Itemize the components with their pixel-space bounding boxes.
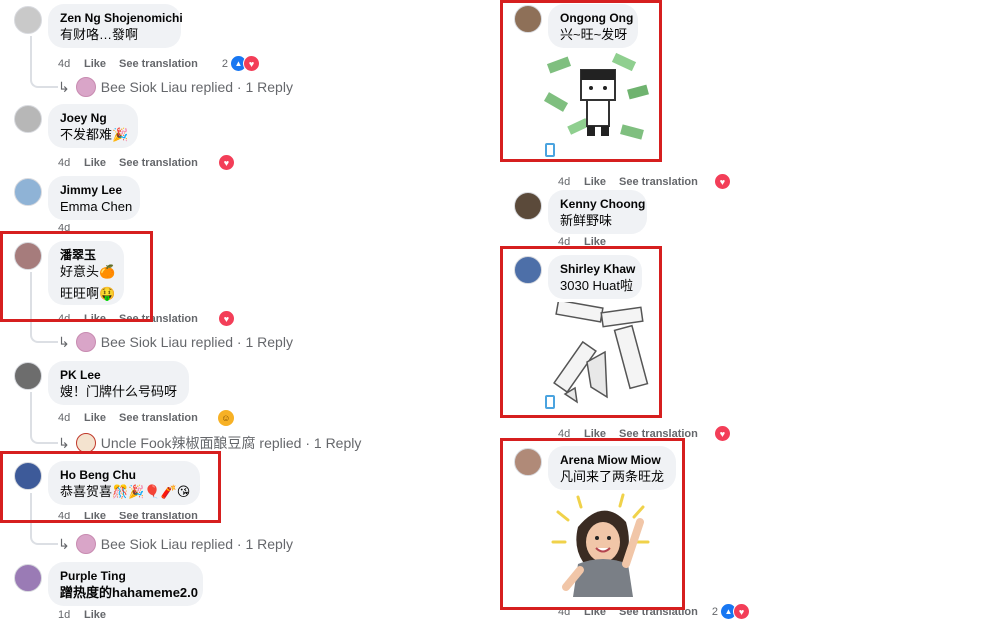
comment-time[interactable]: 4d <box>58 157 84 169</box>
comment-bubble: PK Lee 嫂！门牌什么号码呀 <box>48 361 189 405</box>
see-translation-link[interactable]: See translation <box>119 412 198 424</box>
like-button[interactable]: Like <box>84 609 119 621</box>
love-reaction-icon[interactable]: ♥ <box>217 154 235 171</box>
view-replies-link[interactable]: ↳ Bee Siok Liau replied · 1 Reply <box>58 77 293 97</box>
like-button[interactable]: Like <box>84 412 119 424</box>
replies-label: Bee Siok Liau replied · 1 Reply <box>100 334 293 350</box>
comment-text: 有财咯…發啊 <box>60 27 139 42</box>
see-translation-link[interactable]: See translation <box>119 157 198 169</box>
comment-author[interactable]: Purple Ting <box>60 568 191 584</box>
like-button[interactable]: Like <box>584 176 619 188</box>
view-replies-link[interactable]: ↳ Bee Siok Liau replied · 1 Reply <box>58 534 293 554</box>
haha-reaction-icon[interactable]: ☺ <box>217 410 234 426</box>
comment-actions: 1d Like <box>58 609 119 621</box>
avatar[interactable] <box>14 178 42 206</box>
see-translation-link[interactable]: See translation <box>119 58 198 70</box>
replies-label: Bee Siok Liau replied · 1 Reply <box>100 536 293 552</box>
comment-actions: 4d Like See translation ♥ <box>558 173 731 190</box>
comment-actions: 4d Like See translation ☺ <box>58 410 234 426</box>
comment-bubble: Kenny Choong 新鲜野味 <box>548 190 647 234</box>
comment-text: 不发都难🎉 <box>60 127 129 142</box>
comment-time[interactable]: 4d <box>58 412 84 424</box>
comment-text: 嫂！门牌什么号码呀 <box>60 384 178 399</box>
love-reaction-icon: ♥ <box>732 603 750 620</box>
comment-text: 蹭热度的hahameme2.0 <box>60 585 198 600</box>
comment-author[interactable]: Kenny Choong <box>560 196 645 212</box>
comment-time[interactable]: 1d <box>58 609 84 621</box>
replies-label: Uncle Fook辣椒面酿豆腐 replied · 1 Reply <box>100 435 362 451</box>
avatar[interactable] <box>14 6 42 34</box>
like-button[interactable]: Like <box>84 58 119 70</box>
comment-text: Emma Chen <box>60 199 133 214</box>
love-reaction-icon[interactable]: ♥ <box>713 173 731 190</box>
comment-actions: 4d Like See translation ♥ <box>58 154 235 171</box>
see-translation-link[interactable]: See translation <box>619 176 698 188</box>
view-replies-link[interactable]: ↳ Uncle Fook辣椒面酿豆腐 replied · 1 Reply <box>58 433 361 453</box>
avatar[interactable] <box>14 362 42 390</box>
comment-author[interactable]: Jimmy Lee <box>60 182 128 198</box>
comment-bubble: Joey Ng 不发都难🎉 <box>48 104 138 148</box>
comment-actions: 4d Like See translation 2 ▲ ♥ <box>58 55 260 72</box>
replies-label: Bee Siok Liau replied · 1 Reply <box>100 79 293 95</box>
love-reaction-icon[interactable]: ♥ <box>713 425 731 442</box>
love-reaction-icon: ♥ <box>242 55 260 72</box>
avatar[interactable] <box>514 192 542 220</box>
reply-arrow-icon: ↳ <box>58 333 70 350</box>
comment-bubble: Jimmy Lee Emma Chen <box>48 176 140 220</box>
avatar <box>75 332 96 352</box>
comment-bubble: Zen Ng Shojenomichi 有财咯…發啊 <box>48 4 183 48</box>
avatar <box>75 534 96 554</box>
avatar[interactable] <box>14 564 42 592</box>
like-button[interactable]: Like <box>84 157 119 169</box>
comment-text: 新鲜野味 <box>560 213 613 228</box>
highlight-box <box>500 246 662 418</box>
comment-author[interactable]: Zen Ng Shojenomichi <box>60 10 183 26</box>
avatar[interactable] <box>14 105 42 133</box>
reply-thread-line <box>30 392 58 444</box>
highlight-box <box>500 438 685 610</box>
comment-time[interactable]: 4d <box>58 58 84 70</box>
highlight-box <box>0 231 153 322</box>
highlight-box <box>500 0 662 162</box>
reply-arrow-icon: ↳ <box>58 78 70 95</box>
comment-author[interactable]: PK Lee <box>60 367 177 383</box>
reply-arrow-icon: ↳ <box>58 434 70 451</box>
view-replies-link[interactable]: ↳ Bee Siok Liau replied · 1 Reply <box>58 332 293 352</box>
highlight-box <box>0 451 221 523</box>
reaction-count[interactable]: 2 <box>222 58 228 70</box>
avatar <box>75 433 96 453</box>
comment-author[interactable]: Joey Ng <box>60 110 126 126</box>
avatar <box>75 77 96 97</box>
love-reaction-icon[interactable]: ♥ <box>217 310 235 327</box>
reaction-count[interactable]: 2 <box>712 606 718 618</box>
comment-time[interactable]: 4d <box>558 176 584 188</box>
reply-thread-line <box>30 36 58 88</box>
comment-bubble: Purple Ting 蹭热度的hahameme2.0 <box>48 562 203 606</box>
reply-arrow-icon: ↳ <box>58 535 70 552</box>
